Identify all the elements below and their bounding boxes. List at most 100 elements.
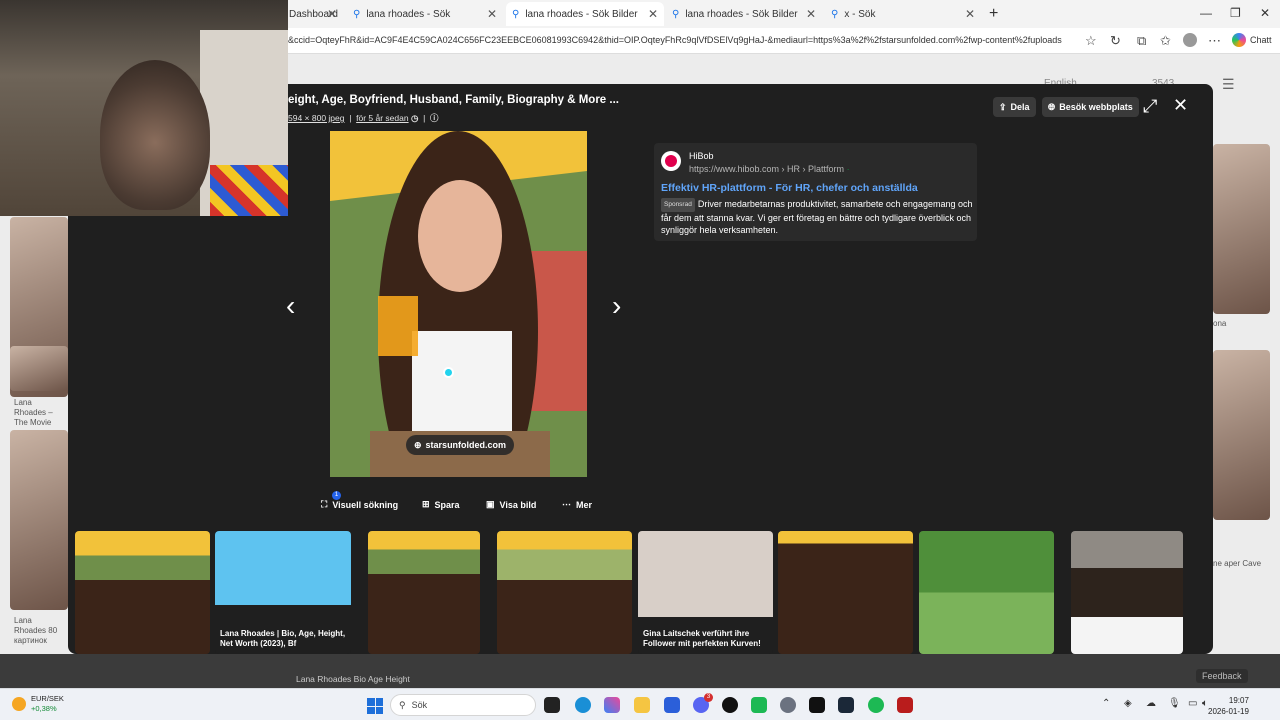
network-icon[interactable]: ◈ <box>1124 698 1132 709</box>
copilot-app-icon[interactable] <box>604 697 620 713</box>
maximize-icon[interactable]: ❐ <box>1230 6 1241 20</box>
related-thumbnail[interactable] <box>1071 531 1183 654</box>
task-view-icon[interactable] <box>544 697 560 713</box>
steam-icon[interactable] <box>838 697 854 713</box>
refresh-icon[interactable]: ↻ <box>1110 33 1121 49</box>
minimize-icon[interactable]: — <box>1200 6 1212 20</box>
terminal-icon[interactable] <box>809 697 825 713</box>
image-dimensions[interactable]: 594 × 800 jpeg <box>288 113 344 123</box>
close-tab-icon[interactable]: ✕ <box>487 7 497 21</box>
image-title[interactable]: eight, Age, Boyfriend, Husband, Family, … <box>288 94 619 106</box>
tab-dashboard[interactable]: Dashboard ✕ <box>283 2 343 26</box>
share-label: Dela <box>1010 102 1030 112</box>
related-thumbnail[interactable] <box>75 531 210 654</box>
clock[interactable]: 19:07 2026-01-19 <box>1208 695 1249 717</box>
related-thumbnail[interactable]: Gina Laitschek verführt ihre Follower mi… <box>638 531 773 654</box>
related-thumbnail[interactable] <box>919 531 1054 654</box>
ad-brand[interactable]: HiBob <box>689 151 714 161</box>
close-tab-icon[interactable]: ✕ <box>327 7 337 21</box>
bg-thumbnail[interactable] <box>1213 144 1270 314</box>
webcam-overlay <box>0 0 288 216</box>
image-age[interactable]: för 5 år sedan <box>356 113 408 123</box>
image-meta: 594 × 800 jpeg | för 5 år sedan ◷ | ⓘ <box>288 113 439 123</box>
bg-thumb-caption[interactable]: Lana Rhoades – The Movie <box>14 398 66 428</box>
tab-search[interactable]: ⚲ lana rhoades - Sök ✕ <box>347 2 503 26</box>
file-explorer-icon[interactable] <box>634 697 650 713</box>
close-window-icon[interactable]: ✕ <box>1260 6 1270 20</box>
hibob-logo <box>661 151 681 171</box>
related-thumbnail[interactable]: Lana Rhoades | Bio, Age, Height, Net Wor… <box>215 531 351 654</box>
taskbar-search[interactable]: ⚲ Sök <box>390 694 536 716</box>
main-image-photo <box>330 131 587 477</box>
sponsored-ad-card[interactable]: HiBob https://www.hibob.com › HR › Platt… <box>654 143 977 241</box>
source-domain-link[interactable]: ⊕ starsunfolded.com <box>406 435 515 455</box>
background-image-strip <box>0 654 1280 688</box>
bg-thumbnail[interactable] <box>10 346 68 391</box>
market-widget[interactable]: EUR/SEK +0,38% <box>12 694 64 714</box>
related-caption: Lana Rhoades | Bio, Age, Height, Net Wor… <box>215 624 351 654</box>
tab-image-search[interactable]: ⚲ lana rhoades - Sök Bilder ✕ <box>666 2 822 26</box>
bg-thumb-caption[interactable]: Lana Rhoades Bio Age Height <box>296 674 410 684</box>
display-icon[interactable]: ▭ <box>1188 698 1197 709</box>
more-button[interactable]: ⋯ Mer <box>562 499 592 510</box>
spotify-icon[interactable] <box>868 697 884 713</box>
feedback-button[interactable]: Feedback <box>1196 669 1248 683</box>
store-icon[interactable] <box>664 697 680 713</box>
save-button[interactable]: ⊞ Spara <box>422 499 460 510</box>
share-button[interactable]: ⇪ Dela <box>993 97 1036 117</box>
extensions-icon[interactable]: ⧉ <box>1137 33 1146 49</box>
more-icon: ⋯ <box>562 499 571 509</box>
close-icon[interactable]: ✕ <box>1173 95 1188 116</box>
windows-taskbar: EUR/SEK +0,38% ⚲ Sök 3 ⌃ ◈ ☁ 🎙︎ ▭ 🔈︎ 19:… <box>0 688 1280 720</box>
view-image-button[interactable]: ▣ Visa bild <box>486 499 536 510</box>
ad-headline-link[interactable]: Effektiv HR-plattform - För HR, chefer o… <box>661 182 918 194</box>
previous-image-arrow[interactable]: ‹ <box>286 290 295 322</box>
globe-icon: ⊕ <box>414 439 422 450</box>
bg-thumb-caption[interactable]: Lana Rhoades 80 картинок <box>14 616 66 646</box>
more-options-icon[interactable]: ⋯ <box>1208 33 1221 49</box>
related-thumbnail[interactable] <box>778 531 913 654</box>
bg-thumb-caption[interactable]: ne aper Cave <box>1213 559 1270 569</box>
search-icon: ⚲ <box>831 8 839 20</box>
expand-icon[interactable]: ⤢ <box>1143 96 1157 117</box>
ad-url[interactable]: https://www.hibob.com › HR › Plattform · <box>689 164 850 174</box>
tab-x-search[interactable]: ⚲ x - Sök ✕ <box>825 2 981 26</box>
taskbar-search-placeholder: Sök <box>411 700 428 710</box>
favorite-star-icon[interactable]: ☆ <box>1085 33 1097 49</box>
profile-avatar[interactable] <box>1183 33 1197 47</box>
favorites-icon[interactable]: ✩ <box>1160 33 1171 49</box>
visual-search-button[interactable]: ⛶ Visuell sökning <box>321 499 398 510</box>
globe-icon: 🌐︎ <box>1048 101 1056 112</box>
start-button[interactable] <box>367 698 383 714</box>
clock-icon: ◷ <box>410 113 419 123</box>
chevron-up-icon[interactable]: ⌃ <box>1102 698 1110 709</box>
info-icon[interactable]: ⓘ <box>430 113 439 123</box>
app-icon[interactable] <box>751 697 767 713</box>
new-tab-button[interactable]: + <box>989 5 998 23</box>
ad-description: Sponsrad Driver medarbetarnas produktivit… <box>661 198 973 236</box>
bg-thumbnail[interactable] <box>10 430 68 610</box>
visit-site-button[interactable]: 🌐︎ Besök webbplats <box>1042 97 1139 117</box>
tab-image-search-active[interactable]: ⚲ lana rhoades - Sök Bilder ✕ <box>506 2 664 26</box>
shield-icon[interactable] <box>897 697 913 713</box>
bg-thumbnail[interactable] <box>1213 350 1270 520</box>
menu-icon[interactable]: ☰ <box>1222 76 1235 93</box>
settings-icon[interactable] <box>780 697 796 713</box>
microphone-icon[interactable]: 🎙︎ <box>1168 698 1181 709</box>
next-image-arrow[interactable]: › <box>612 290 621 322</box>
close-tab-icon[interactable]: ✕ <box>965 7 975 21</box>
notification-badge: 3 <box>704 693 713 702</box>
close-tab-icon[interactable]: ✕ <box>806 7 816 21</box>
edge-icon[interactable] <box>575 697 591 713</box>
image-icon: ▣ <box>486 499 495 509</box>
close-tab-icon[interactable]: ✕ <box>648 7 658 21</box>
github-icon[interactable] <box>722 697 738 713</box>
cloud-icon[interactable]: ☁ <box>1146 698 1156 709</box>
bg-thumb-caption[interactable]: ona <box>1213 319 1270 329</box>
ad-body-text: Driver medarbetarnas produktivitet, sama… <box>661 199 973 235</box>
related-thumbnail[interactable] <box>368 531 480 654</box>
related-thumbnail[interactable] <box>497 531 632 654</box>
copilot-button[interactable]: Chatt <box>1232 33 1272 47</box>
main-image[interactable] <box>330 131 587 477</box>
url-field[interactable]: &ccid=OqteyFhR&id=AC9F4E4C59CA024C656FC2… <box>288 35 1078 45</box>
